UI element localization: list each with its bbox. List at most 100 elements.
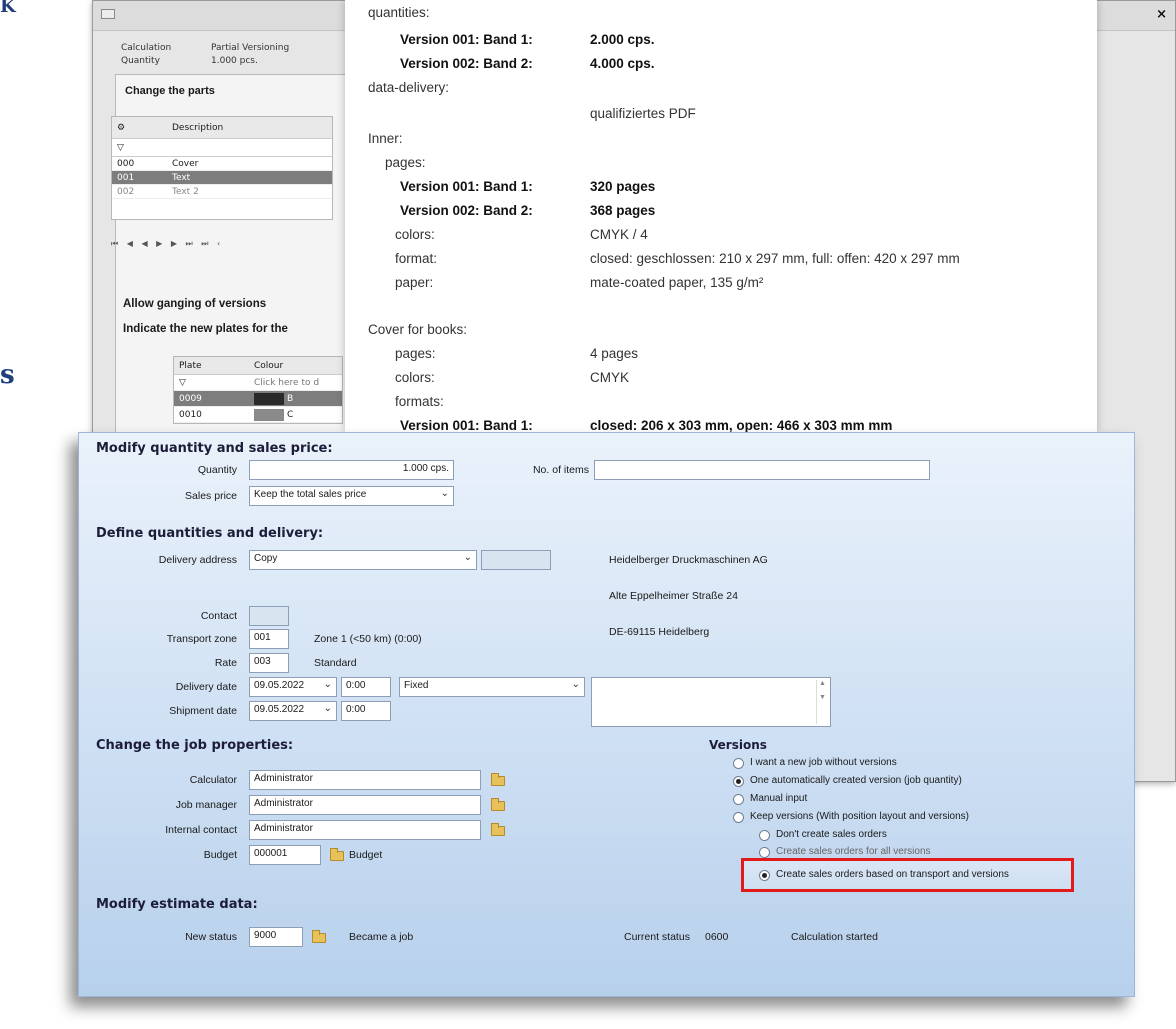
pager-controls[interactable]: ⏮ ◀ ◀ ▶ ▶ ⏭ ⏭ ‹ <box>111 239 223 249</box>
job-manager-label: Job manager <box>175 799 237 811</box>
address-line-1: Heidelberger Druckmaschinen AG <box>609 554 768 566</box>
delivery-date-value: 09.05.2022 <box>254 680 305 691</box>
internal-contact-input[interactable]: Administrator <box>249 820 481 840</box>
delivery-notes-textarea[interactable]: ▲ ▼ <box>591 677 831 727</box>
chevron-down-icon: ⌄ <box>440 488 449 499</box>
cover-pages-label: pages: <box>395 346 436 361</box>
sales-price-select[interactable]: Keep the total sales price ⌄ <box>249 486 454 506</box>
budget-link[interactable]: Budget <box>349 849 382 861</box>
folder-icon[interactable] <box>330 848 344 861</box>
calculator-input[interactable]: Administrator <box>249 770 481 790</box>
inner-paper-label: paper: <box>395 275 434 290</box>
quantities-label: quantities: <box>368 5 430 20</box>
new-status-input[interactable]: 9000 <box>249 927 303 947</box>
edge-glyph-top: Κ <box>0 0 16 17</box>
radio-keep-versions-label: Keep versions (With position layout and … <box>750 811 969 822</box>
radio-all-versions-sales-orders[interactable] <box>759 847 770 858</box>
delivery-address-code[interactable] <box>481 550 551 570</box>
plate-id: 0010 <box>179 409 202 420</box>
radio-manual-input[interactable] <box>733 794 744 805</box>
cf1-value: closed: 206 x 303 mm, open: 466 x 303 mm… <box>590 418 893 432</box>
plates-header-plate[interactable]: Plate <box>174 361 254 371</box>
plate-colour: C <box>287 409 294 420</box>
allow-ganging-title: Allow ganging of versions <box>123 298 267 310</box>
tab-calculation[interactable]: Calculation <box>121 43 171 53</box>
delivery-date-input[interactable]: 09.05.2022 ⌄ <box>249 677 337 697</box>
part-desc: Text 2 <box>172 186 199 197</box>
folder-icon[interactable] <box>491 823 505 836</box>
address-line-2: Alte Eppelheimer Straße 24 <box>609 590 738 602</box>
inner-paper-value: mate-coated paper, 135 g/m² <box>590 275 764 290</box>
colour-swatch <box>254 408 284 421</box>
shipment-time-input[interactable]: 0:00 <box>341 701 391 721</box>
p2-label: Version 002: Band 2: <box>400 203 533 218</box>
radio-no-sales-orders[interactable] <box>759 830 770 841</box>
rate-input[interactable]: 003 <box>249 653 289 673</box>
contact-input[interactable] <box>249 606 289 626</box>
delivery-date-label: Delivery date <box>175 681 237 693</box>
table-row[interactable]: 001 Text <box>112 171 332 185</box>
inner-format-label: format: <box>395 251 438 266</box>
table-row[interactable]: 002 Text 2 <box>112 185 332 199</box>
radio-auto-version[interactable] <box>733 776 744 787</box>
radio-transport-sales-orders[interactable] <box>759 870 770 881</box>
job-manager-input[interactable]: Administrator <box>249 795 481 815</box>
part-desc: Text <box>172 172 191 183</box>
address-line-3: DE-69115 Heidelberg <box>609 626 710 638</box>
no-items-label: No. of items <box>532 464 589 476</box>
quantity-input[interactable]: 1.000 cps. <box>249 460 454 480</box>
new-status-label: New status <box>185 931 237 943</box>
transport-zone-desc: Zone 1 (<50 km) (0:00) <box>314 633 422 645</box>
plate-id: 0009 <box>179 393 202 404</box>
p1-value: 320 pages <box>590 179 656 194</box>
folder-icon[interactable] <box>312 930 326 943</box>
colour-swatch <box>254 392 284 405</box>
scrollbar[interactable]: ▲ ▼ <box>816 680 828 724</box>
shipment-date-label: Shipment date <box>169 705 237 717</box>
parts-header-description[interactable]: Description <box>172 123 332 133</box>
table-row[interactable]: 0009 B <box>174 391 342 407</box>
radio-auto-version-label: One automatically created version (job q… <box>750 775 962 786</box>
inner-pages-label: pages: <box>385 155 426 170</box>
part-id: 000 <box>117 158 135 169</box>
plates-filter-hint: Click here to d <box>254 377 320 388</box>
plates-header-colour[interactable]: Colour <box>254 361 283 371</box>
transport-zone-input[interactable]: 001 <box>249 629 289 649</box>
table-row[interactable]: 000 Cover <box>112 157 332 171</box>
folder-icon[interactable] <box>491 773 505 786</box>
parts-table: ⚙ Description ▽ 000 Cover 001 Text 002 Text… <box>111 116 333 220</box>
column-chooser-icon[interactable]: ⚙ <box>112 123 172 133</box>
cover-formats-label: formats: <box>395 394 444 409</box>
part-id: 001 <box>117 172 135 183</box>
filter-icon: ▽ <box>117 142 124 153</box>
filter-icon: ▽ <box>179 377 186 388</box>
delivery-time-input[interactable]: 0:00 <box>341 677 391 697</box>
delivery-address-select[interactable]: Copy ⌄ <box>249 550 477 570</box>
window-menu-icon[interactable] <box>101 9 115 19</box>
plates-table: Plate Colour ▽ Click here to d 0009 B 00… <box>173 356 343 424</box>
folder-icon[interactable] <box>491 798 505 811</box>
quantity-label: Quantity <box>121 56 160 66</box>
radio-no-versions-label: I want a new job without versions <box>750 757 897 768</box>
change-parts-title: Change the parts <box>125 85 215 97</box>
budget-input[interactable]: 000001 <box>249 845 321 865</box>
no-items-input[interactable] <box>594 460 930 480</box>
delivery-mode-select[interactable]: Fixed ⌄ <box>399 677 585 697</box>
close-icon[interactable]: × <box>1156 7 1167 22</box>
radio-all-versions-sales-orders-label: Create sales orders for all versions <box>776 846 931 857</box>
rate-label: Rate <box>214 657 237 669</box>
tab-partial-versioning[interactable]: Partial Versioning <box>211 43 289 53</box>
new-status-desc: Became a job <box>349 931 414 943</box>
radio-keep-versions[interactable] <box>733 812 744 823</box>
plates-table-header: Plate Colour <box>174 357 342 375</box>
cf1-label: Version 001: Band 1: <box>400 418 533 432</box>
table-row[interactable]: 0010 C <box>174 407 342 423</box>
shipment-date-input[interactable]: 09.05.2022 ⌄ <box>249 701 337 721</box>
filter-row[interactable]: ▽ <box>112 139 332 157</box>
radio-no-versions[interactable] <box>733 758 744 769</box>
p2-value: 368 pages <box>590 203 656 218</box>
plates-filter-row[interactable]: ▽ Click here to d <box>174 375 342 391</box>
edge-glyph-middle: s <box>0 360 15 390</box>
chevron-down-icon: ⌄ <box>323 679 332 690</box>
cover-label: Cover for books: <box>368 322 468 337</box>
